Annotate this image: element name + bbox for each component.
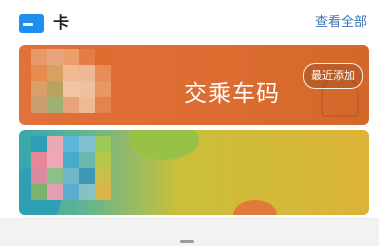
next-section-peek	[180, 240, 194, 243]
transit-card-title: 交乘车码	[184, 81, 280, 107]
card-icon	[19, 14, 44, 33]
decor-leaf	[129, 130, 199, 160]
divider	[19, 218, 369, 219]
blurred-logo-mosaic-2	[31, 136, 111, 200]
decor-fish	[233, 200, 277, 215]
second-card[interactable]	[19, 130, 369, 215]
recent-added-badge: 最近添加	[303, 63, 363, 89]
bottom-area	[0, 218, 379, 246]
blurred-logo-mosaic	[31, 49, 111, 113]
view-all-link[interactable]: 查看全部	[315, 13, 367, 33]
section-title: 卡	[53, 13, 70, 32]
cards-section-header: 卡 查看全部	[0, 0, 379, 44]
transit-card[interactable]: 交乘车码 最近添加	[19, 45, 369, 125]
